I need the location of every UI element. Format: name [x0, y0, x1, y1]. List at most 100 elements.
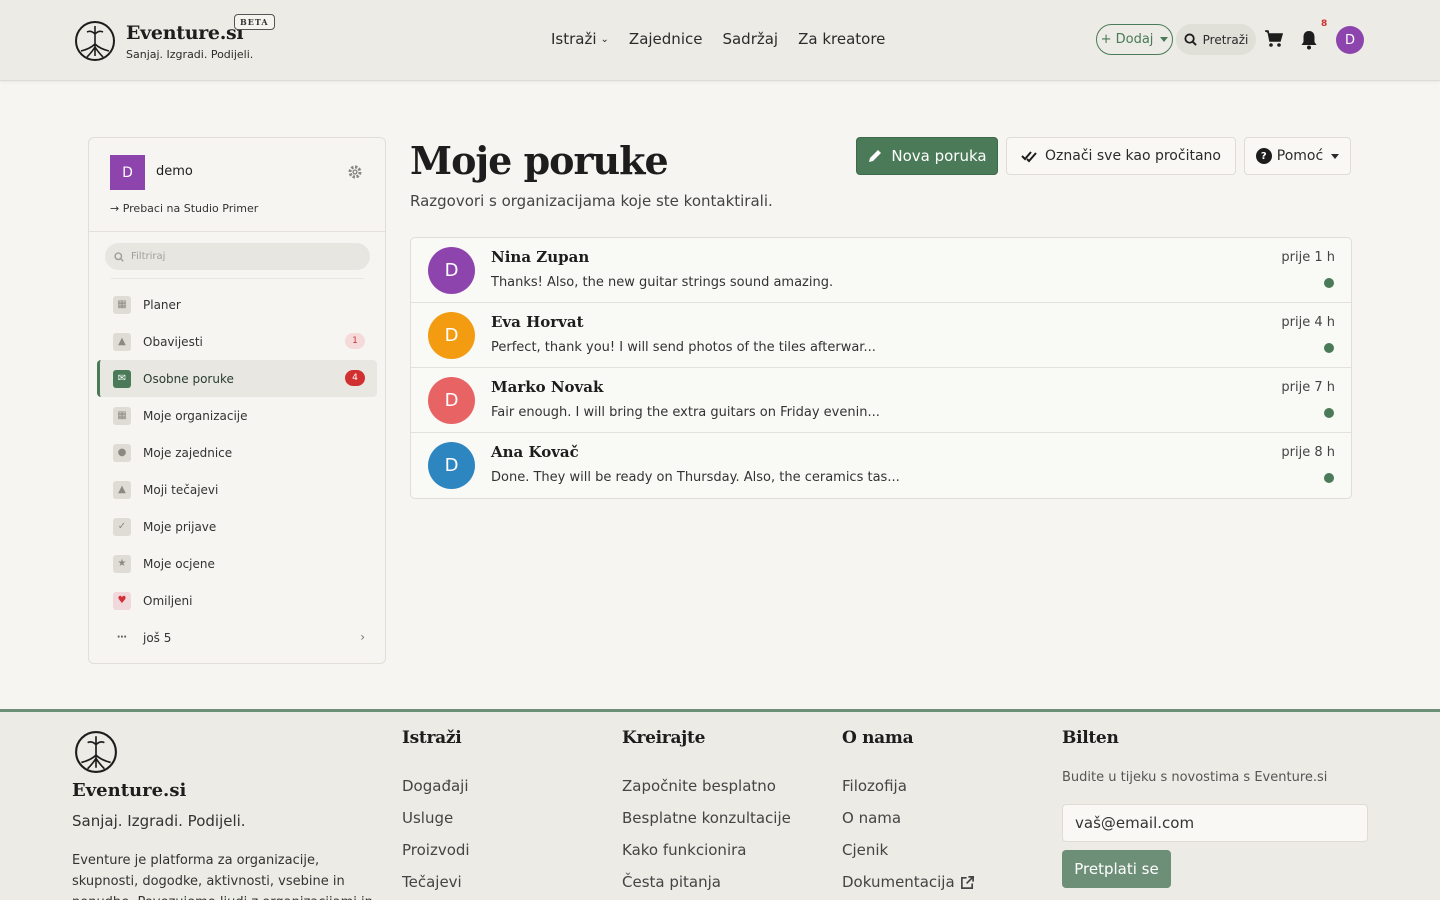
sidebar-item-more[interactable]: ⋯ još 5 ›	[97, 619, 377, 656]
switch-studio-link[interactable]: → Prebaci na Studio Primer	[110, 202, 258, 215]
footer-column-o-nama: O nama Filozofija O nama Cjenik Dokument…	[842, 728, 975, 898]
sidebar-item-label: Moje prijave	[143, 519, 217, 534]
footer-link[interactable]: Započnite besplatno	[622, 770, 791, 802]
footer-link[interactable]: O nama	[842, 802, 975, 834]
sidebar-divider	[89, 231, 385, 232]
sidebar-item-label: još 5	[143, 630, 172, 645]
conversation-name: Eva Horvat	[491, 313, 584, 331]
footer-link-docs[interactable]: Dokumentacija	[842, 866, 975, 898]
footer-column-title: Bilten	[1062, 728, 1119, 748]
search-button[interactable]: Pretraži	[1176, 24, 1256, 55]
conversation-avatar: D	[428, 377, 475, 424]
nav-istrazi[interactable]: Istraži ⌄	[551, 30, 609, 48]
subscribe-button[interactable]: Pretplati se	[1062, 850, 1171, 888]
sidebar-item-moje-organizacije[interactable]: ▦ Moje organizacije	[97, 397, 377, 434]
search-icon	[1184, 33, 1197, 46]
bell-icon[interactable]	[1300, 30, 1318, 50]
conversation-name: Nina Zupan	[491, 248, 590, 266]
gear-icon[interactable]	[348, 165, 362, 179]
conversation-time: prije 1 h	[1281, 250, 1335, 265]
tree-logo-icon	[75, 731, 117, 773]
conversation-time: prije 4 h	[1281, 315, 1335, 330]
unread-dot	[1324, 343, 1334, 353]
conversation-avatar: D	[428, 442, 475, 489]
conversation-list: D Nina Zupan Thanks! Also, the new guita…	[410, 237, 1352, 499]
sidebar-item-moje-ocjene[interactable]: ★ Moje ocjene	[97, 545, 377, 582]
footer-column-kreirajte: Kreirajte Započnite besplatno Besplatne …	[622, 728, 791, 898]
footer-link[interactable]: Usluge	[402, 802, 470, 834]
footer-link[interactable]: Besplatne konzultacije	[622, 802, 791, 834]
footer-column-istrazi: Istraži Događaji Usluge Proizvodi Tečaje…	[402, 728, 470, 898]
sidebar-item-label: Moji tečajevi	[143, 482, 219, 497]
cart-icon[interactable]	[1264, 30, 1284, 48]
graduation-cap-icon: ▲	[113, 480, 131, 499]
envelope-icon: ✉	[113, 369, 131, 388]
conversation-row[interactable]: D Nina Zupan Thanks! Also, the new guita…	[411, 238, 1351, 303]
sidebar-item-obavijesti[interactable]: ▲ Obavijesti 1	[97, 323, 377, 360]
users-icon: ●	[113, 443, 131, 462]
new-message-button[interactable]: Nova poruka	[856, 137, 998, 175]
bell-icon: ▲	[113, 332, 131, 351]
conversation-preview: Perfect, thank you! I will send photos o…	[491, 340, 876, 355]
sidebar-item-moji-tecajevi[interactable]: ▲ Moji tečajevi	[97, 471, 377, 508]
sidebar: D demo → Prebaci na Studio Primer Filtri…	[88, 137, 386, 664]
footer-link[interactable]: Cjenik	[842, 834, 975, 866]
search-label: Pretraži	[1202, 32, 1249, 47]
footer-link[interactable]: Proizvodi	[402, 834, 470, 866]
add-dropdown-button[interactable]: + Dodaj	[1096, 24, 1173, 55]
sidebar-avatar: D	[110, 155, 145, 190]
sidebar-item-label: Planer	[143, 297, 181, 312]
heart-icon: ♥	[113, 591, 131, 610]
sidebar-item-osobne-poruke[interactable]: ✉ Osobne poruke 4	[97, 360, 377, 397]
footer-description: Eventure je platforma za organizacije, s…	[72, 853, 373, 900]
footer: Eventure.si Sanjaj. Izgradi. Podijeli. E…	[0, 709, 1440, 900]
unread-dot	[1324, 408, 1334, 418]
sidebar-item-label: Osobne poruke	[143, 371, 234, 386]
building-icon: ▦	[113, 406, 131, 425]
sidebar-username: demo	[156, 164, 193, 179]
newsletter-email-input[interactable]: vaš@email.com	[1062, 804, 1368, 842]
notification-count-badge: 8	[1321, 19, 1328, 29]
main-nav: Istraži ⌄ Zajednice Sadržaj Za kreatore	[551, 30, 885, 48]
help-label: Pomoć	[1276, 148, 1324, 164]
brand-name[interactable]: Eventure.si	[126, 22, 244, 44]
conversation-row[interactable]: D Marko Novak Fair enough. I will bring …	[411, 368, 1351, 433]
brand-tagline: Sanjaj. Izgradi. Podijeli.	[126, 48, 254, 61]
footer-column-title: Istraži	[402, 728, 462, 748]
user-avatar[interactable]: D	[1336, 26, 1364, 54]
footer-link[interactable]: Česta pitanja	[622, 866, 791, 898]
mark-all-read-button[interactable]: Označi sve kao pročitano	[1006, 137, 1236, 175]
footer-link[interactable]: Kako funkcionira	[622, 834, 791, 866]
sidebar-item-planer[interactable]: ▦ Planer	[97, 286, 377, 323]
sidebar-filter-input[interactable]: Filtriraj	[105, 243, 370, 270]
caret-down-icon	[1160, 37, 1169, 42]
newsletter-text: Budite u tijeku s novostima s Eventure.s…	[1062, 770, 1328, 785]
footer-link[interactable]: Filozofija	[842, 770, 975, 802]
footer-link-label: Dokumentacija	[842, 873, 955, 891]
filter-placeholder: Filtriraj	[131, 251, 166, 262]
footer-tagline: Sanjaj. Izgradi. Podijeli.	[72, 812, 246, 830]
nav-zajednice[interactable]: Zajednice	[629, 30, 703, 48]
sidebar-item-label: Moje zajednice	[143, 445, 233, 460]
tree-logo-icon[interactable]	[74, 20, 116, 62]
nav-sadrzaj[interactable]: Sadržaj	[722, 30, 778, 48]
pencil-icon	[869, 150, 882, 162]
footer-link[interactable]: Tečajevi	[402, 866, 470, 898]
footer-link[interactable]: Događaji	[402, 770, 470, 802]
double-check-icon	[1021, 151, 1037, 163]
conversation-row[interactable]: D Eva Horvat Perfect, thank you! I will …	[411, 303, 1351, 368]
ellipsis-icon: ⋯	[117, 632, 127, 643]
sidebar-menu: ▦ Planer ▲ Obavijesti 1 ✉ Osobne poruke …	[97, 286, 377, 656]
external-link-icon	[960, 875, 974, 889]
conversation-preview: Fair enough. I will bring the extra guit…	[491, 405, 880, 420]
help-dropdown-button[interactable]: ? Pomoć	[1244, 137, 1351, 175]
sidebar-item-moje-zajednice[interactable]: ● Moje zajednice	[97, 434, 377, 471]
sidebar-item-moje-prijave[interactable]: ✓ Moje prijave	[97, 508, 377, 545]
add-label: + Dodaj	[1100, 32, 1154, 47]
unread-dot	[1324, 278, 1334, 288]
sidebar-item-omiljeni[interactable]: ♥ Omiljeni	[97, 582, 377, 619]
conversation-row[interactable]: D Ana Kovač Done. They will be ready on …	[411, 433, 1351, 498]
sidebar-item-label: Moje ocjene	[143, 556, 215, 571]
nav-za-kreatore[interactable]: Za kreatore	[798, 30, 885, 48]
footer-column-bilten: Bilten	[1062, 728, 1119, 770]
